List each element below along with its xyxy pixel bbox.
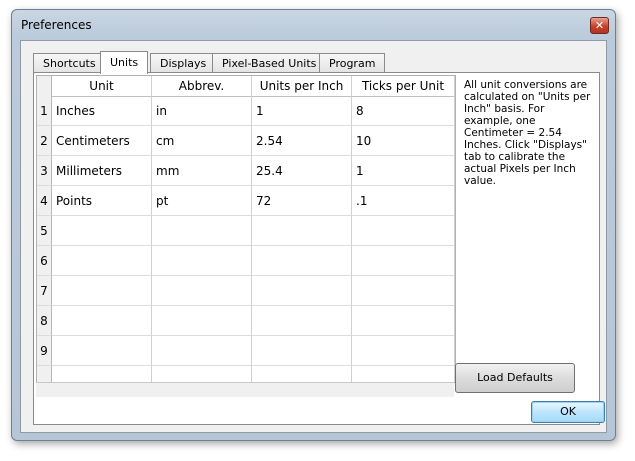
table-row: 7 [37, 276, 455, 306]
cell-ticks-per-unit[interactable]: .1 [352, 186, 455, 216]
table-row: 5 [37, 216, 455, 246]
cell-abbrev[interactable]: in [152, 96, 252, 126]
cell-ticks-per-unit[interactable] [352, 276, 455, 306]
close-button[interactable]: ✕ [590, 17, 609, 34]
tab-program[interactable]: Program [319, 53, 386, 73]
cell-units-per-inch[interactable]: 72 [252, 186, 352, 216]
table-row [37, 366, 455, 382]
row-number-blank [37, 366, 52, 382]
cell-abbrev[interactable] [152, 276, 252, 306]
table-row: 6 [37, 246, 455, 276]
cell-blank [52, 366, 152, 382]
cell-units-per-inch[interactable]: 1 [252, 96, 352, 126]
cell-units-per-inch[interactable] [252, 306, 352, 336]
table-row: 9 [37, 336, 455, 366]
window-title: Preferences [21, 18, 92, 32]
table-row: 1 Inches in 1 8 [37, 96, 455, 126]
tab-shortcuts[interactable]: Shortcuts [33, 53, 106, 73]
cell-blank [152, 366, 252, 382]
units-tab-panel: Unit Abbrev. Units per Inch Ticks per Un… [33, 72, 600, 425]
cell-abbrev[interactable]: pt [152, 186, 252, 216]
cell-blank [352, 366, 455, 382]
row-number[interactable]: 5 [37, 216, 52, 246]
column-header-unit[interactable]: Unit [52, 76, 152, 96]
row-number[interactable]: 8 [37, 306, 52, 336]
dialog-client-area: Shortcuts Units Displays Pixel-Based Uni… [20, 40, 607, 433]
row-number[interactable]: 2 [37, 126, 52, 156]
cell-units-per-inch[interactable]: 2.54 [252, 126, 352, 156]
cell-unit[interactable] [52, 216, 152, 246]
cell-unit[interactable] [52, 246, 152, 276]
cell-units-per-inch[interactable] [252, 216, 352, 246]
row-number[interactable]: 1 [37, 96, 52, 126]
table-row: 3 Millimeters mm 25.4 1 [37, 156, 455, 186]
column-header-abbrev[interactable]: Abbrev. [152, 76, 252, 96]
table-row: 2 Centimeters cm 2.54 10 [37, 126, 455, 156]
grid-header-row: Unit Abbrev. Units per Inch Ticks per Un… [37, 76, 455, 97]
row-number[interactable]: 6 [37, 246, 52, 276]
cell-unit[interactable]: Centimeters [52, 126, 152, 156]
preferences-window: Preferences ✕ Shortcuts Units Displays P… [11, 9, 616, 441]
table-row: 4 Points pt 72 .1 [37, 186, 455, 216]
cell-ticks-per-unit[interactable] [352, 216, 455, 246]
row-number[interactable]: 3 [37, 156, 52, 186]
cell-abbrev[interactable]: mm [152, 156, 252, 186]
cell-units-per-inch[interactable]: 25.4 [252, 156, 352, 186]
cell-ticks-per-unit[interactable] [352, 306, 455, 336]
cell-ticks-per-unit[interactable]: 10 [352, 126, 455, 156]
cell-abbrev[interactable] [152, 216, 252, 246]
cell-unit[interactable] [52, 336, 152, 366]
cell-unit[interactable]: Points [52, 186, 152, 216]
grid-horizontal-scrollbar[interactable] [36, 382, 454, 397]
cell-units-per-inch[interactable] [252, 246, 352, 276]
cell-ticks-per-unit[interactable] [352, 336, 455, 366]
cell-ticks-per-unit[interactable]: 1 [352, 156, 455, 186]
cell-abbrev[interactable] [152, 246, 252, 276]
tab-units[interactable]: Units [100, 51, 149, 74]
ok-button[interactable]: OK [531, 401, 605, 423]
unit-conversion-note: All unit conversions are calculated on "… [464, 79, 591, 187]
cell-units-per-inch[interactable] [252, 276, 352, 306]
table-row: 8 [37, 306, 455, 336]
cell-ticks-per-unit[interactable]: 8 [352, 96, 455, 126]
cell-unit[interactable] [52, 276, 152, 306]
load-defaults-button[interactable]: Load Defaults [455, 363, 575, 393]
close-icon: ✕ [594, 19, 605, 32]
column-header-ticks-per-unit[interactable]: Ticks per Unit [352, 76, 455, 96]
cell-ticks-per-unit[interactable] [352, 246, 455, 276]
cell-unit[interactable] [52, 306, 152, 336]
cell-unit[interactable]: Inches [52, 96, 152, 126]
title-bar[interactable]: Preferences ✕ [12, 10, 615, 38]
grid-corner [37, 76, 52, 96]
cell-unit[interactable]: Millimeters [52, 156, 152, 186]
cell-abbrev[interactable] [152, 306, 252, 336]
cell-abbrev[interactable]: cm [152, 126, 252, 156]
units-grid[interactable]: Unit Abbrev. Units per Inch Ticks per Un… [36, 75, 456, 383]
tab-displays[interactable]: Displays [150, 53, 217, 73]
cell-abbrev[interactable] [152, 336, 252, 366]
cell-blank [252, 366, 352, 382]
row-number[interactable]: 9 [37, 336, 52, 366]
column-header-units-per-inch[interactable]: Units per Inch [252, 76, 352, 96]
row-number[interactable]: 7 [37, 276, 52, 306]
row-number[interactable]: 4 [37, 186, 52, 216]
tab-pixel-based-units[interactable]: Pixel-Based Units [212, 53, 327, 73]
cell-units-per-inch[interactable] [252, 336, 352, 366]
